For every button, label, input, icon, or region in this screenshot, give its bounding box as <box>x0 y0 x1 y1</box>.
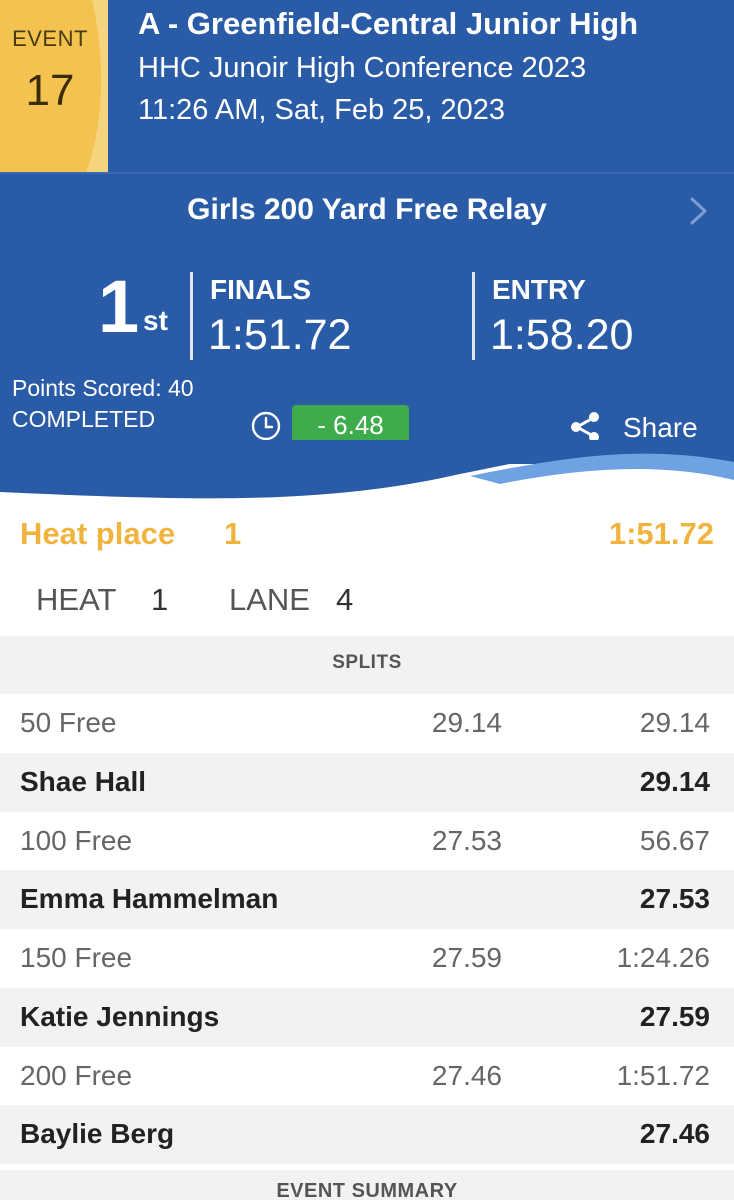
divider <box>190 272 193 360</box>
wave-divider <box>0 440 734 512</box>
split-distance: 150 Free <box>20 942 133 973</box>
swimmer-name[interactable]: Emma Hammelman <box>20 870 278 928</box>
swimmer-leg-time: 27.46 <box>639 1118 710 1150</box>
lane-value: 4 <box>336 582 354 617</box>
meet-header: EVENT 17 A - Greenfield-Central Junior H… <box>0 0 734 172</box>
split-distance: 200 Free <box>20 1059 133 1091</box>
heat-place-label: Heat place <box>20 516 176 551</box>
split-time: 29.14 <box>431 707 502 738</box>
split-time: 27.59 <box>431 942 502 973</box>
entry-time: 1:58.20 <box>490 311 634 359</box>
clock-icon <box>251 411 281 441</box>
divider <box>472 272 475 360</box>
event-status: COMPLETED <box>12 406 156 432</box>
heat-time: 1:51.72 <box>608 516 714 551</box>
heat-label: HEAT <box>36 582 117 617</box>
entry-label: ENTRY <box>492 274 586 305</box>
split-distance: 100 Free <box>20 824 133 856</box>
place-number: 1 <box>98 265 139 348</box>
swimmer-name[interactable]: Baylie Berg <box>20 1105 174 1163</box>
split-time: 27.53 <box>431 824 502 856</box>
share-icon[interactable] <box>568 410 602 444</box>
splits-table: 50 Free 29.14 29.14 Shae Hall 29.14 100 … <box>0 694 734 1164</box>
cumulative-time: 1:51.72 <box>616 1059 710 1091</box>
heat-value: 1 <box>151 582 169 617</box>
swimmer-row[interactable]: Baylie Berg 27.46 <box>0 1105 734 1164</box>
lane-label: LANE <box>229 582 310 617</box>
heat-place-value: 1 <box>224 516 242 551</box>
split-row: 100 Free 27.53 56.67 <box>0 811 734 871</box>
finals-time: 1:51.72 <box>208 311 352 359</box>
event-number-badge: EVENT 17 <box>0 0 108 172</box>
split-row: 200 Free 27.46 1:51.72 <box>0 1046 734 1106</box>
swimmer-leg-time: 27.53 <box>639 883 710 915</box>
place-suffix: st <box>143 305 168 336</box>
event-name[interactable]: Girls 200 Yard Free Relay <box>0 193 734 227</box>
cumulative-time: 29.14 <box>639 707 710 738</box>
split-row: 150 Free 27.59 1:24.26 <box>0 929 734 988</box>
swimmer-row[interactable]: Shae Hall 29.14 <box>0 752 734 812</box>
swimmer-name[interactable]: Katie Jennings <box>20 988 219 1046</box>
split-row: 50 Free 29.14 29.14 <box>0 694 734 753</box>
swimmer-leg-time: 29.14 <box>639 765 710 797</box>
split-time: 27.46 <box>431 1059 502 1091</box>
swimmer-row[interactable]: Katie Jennings 27.59 <box>0 987 734 1047</box>
meet-datetime: 11:26 AM, Sat, Feb 25, 2023 <box>138 94 506 126</box>
swimmer-name[interactable]: Shae Hall <box>20 753 146 811</box>
meet-title: A - Greenfield-Central Junior High <box>138 6 639 41</box>
meet-name: HHC Junoir High Conference 2023 <box>138 52 587 84</box>
chevron-right-icon[interactable] <box>688 196 710 226</box>
swimmer-leg-time: 27.59 <box>639 1000 710 1032</box>
event-label: EVENT <box>12 26 88 51</box>
swimmer-row[interactable]: Emma Hammelman 27.53 <box>0 870 734 929</box>
points-scored: Points Scored: 40 <box>12 375 194 401</box>
event-number: 17 <box>25 66 75 115</box>
cumulative-time: 1:24.26 <box>616 942 710 973</box>
split-distance: 50 Free <box>20 707 117 738</box>
time-improvement-badge: - 6.48 <box>292 405 409 445</box>
splits-header: SPLITS <box>0 636 734 694</box>
finals-label: FINALS <box>210 274 312 305</box>
cumulative-time: 56.67 <box>639 824 710 856</box>
event-summary-header: EVENT SUMMARY <box>0 1170 734 1200</box>
